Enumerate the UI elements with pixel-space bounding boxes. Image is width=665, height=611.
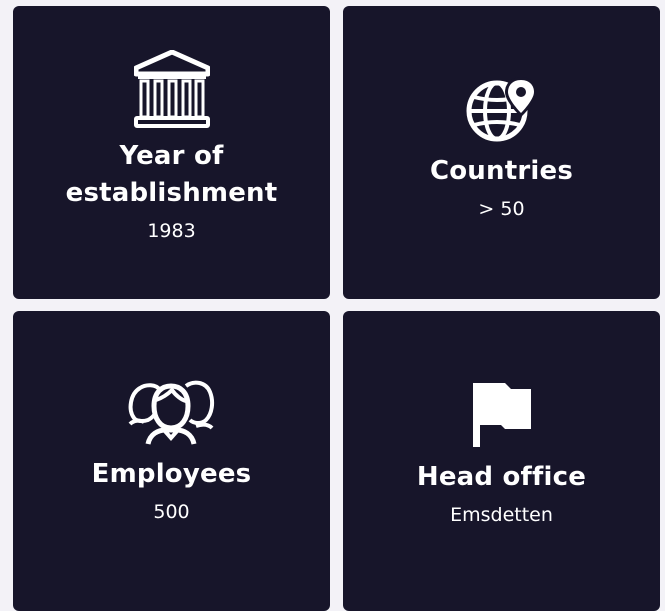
fact-card-year-of-establishment: Year of establishment 1983 <box>13 6 330 299</box>
card-title: Employees <box>91 458 252 489</box>
people-group-icon <box>126 366 216 446</box>
card-title-line: establishment <box>65 177 278 208</box>
card-value: > 50 <box>478 198 525 220</box>
card-value: Emsdetten <box>450 503 553 526</box>
card-title-line: Year of <box>119 140 224 171</box>
card-value: 500 <box>153 500 190 523</box>
card-title: Countries <box>429 156 574 186</box>
card-value: 1983 <box>147 219 196 242</box>
card-title: Year of establishment <box>66 138 278 212</box>
flag-icon <box>471 381 533 449</box>
globe-location-icon <box>465 75 538 143</box>
card-title: Head office <box>416 461 587 492</box>
fact-card-countries: Countries > 50 <box>343 6 660 299</box>
fact-card-employees: Employees 500 <box>13 311 330 611</box>
museum-building-icon <box>133 49 210 128</box>
fact-card-head-office: Head office Emsdetten <box>343 311 660 611</box>
